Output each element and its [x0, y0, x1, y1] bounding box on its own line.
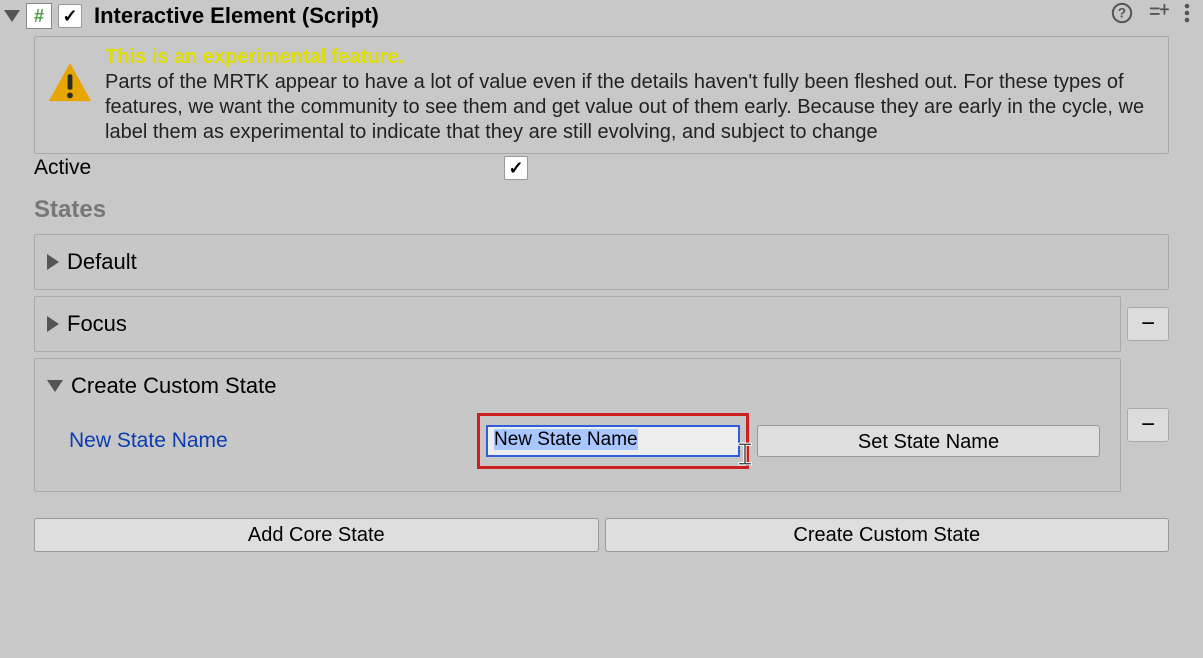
active-checkbox[interactable] [504, 156, 528, 180]
chevron-down-icon [47, 380, 63, 392]
help-icon[interactable]: ? [1111, 2, 1133, 30]
states-list: Default Focus − Create Custom State New … [0, 234, 1203, 492]
preset-icon[interactable] [1147, 2, 1169, 30]
remove-state-button[interactable]: − [1127, 307, 1169, 341]
input-selected-text: New State Name [494, 429, 638, 450]
state-row-default: Default [34, 234, 1169, 290]
state-row-focus: Focus − [34, 296, 1169, 352]
warning-text: This is an experimental feature. Parts o… [105, 45, 1156, 145]
component-title: Interactive Element (Script) [94, 3, 379, 29]
chevron-right-icon [47, 316, 59, 332]
component-header: # Interactive Element (Script) ? [0, 0, 1203, 36]
chevron-right-icon [47, 254, 59, 270]
state-label: Create Custom State [71, 373, 276, 399]
state-row-create-custom: Create Custom State New State Name New S… [34, 358, 1169, 492]
set-state-name-button[interactable]: Set State Name [757, 425, 1100, 457]
states-section-title: States [0, 182, 1203, 234]
warning-title: This is an experimental feature. [105, 46, 404, 68]
state-foldout-toggle[interactable]: Create Custom State [47, 373, 1108, 399]
state-foldout-toggle[interactable]: Focus [47, 311, 1108, 337]
new-state-name-input[interactable]: New State Name [486, 425, 740, 457]
component-enabled-checkbox[interactable] [58, 4, 82, 28]
state-box: Create Custom State New State Name New S… [34, 358, 1121, 492]
foldout-toggle-icon[interactable] [4, 10, 20, 22]
custom-state-body: New State Name New State Name Set State … [47, 399, 1108, 477]
create-custom-state-button[interactable]: Create Custom State [605, 518, 1170, 552]
highlighted-input-area: New State Name [477, 413, 749, 469]
header-actions: ? [1111, 2, 1197, 30]
script-icon-char: # [34, 6, 44, 27]
active-label: Active [34, 156, 494, 180]
add-core-state-button[interactable]: Add Core State [34, 518, 599, 552]
kebab-menu-icon[interactable] [1183, 2, 1191, 30]
remove-state-button[interactable]: − [1127, 408, 1169, 442]
state-label: Default [67, 249, 137, 275]
state-box: Default [34, 234, 1169, 290]
warning-icon [47, 45, 93, 111]
state-foldout-toggle[interactable]: Default [47, 249, 1156, 275]
svg-text:?: ? [1118, 6, 1126, 21]
state-label: Focus [67, 311, 127, 337]
active-row: Active [0, 154, 1203, 182]
warning-body: Parts of the MRTK appear to have a lot o… [105, 71, 1144, 143]
state-box: Focus [34, 296, 1121, 352]
experimental-warning: This is an experimental feature. Parts o… [34, 36, 1169, 154]
script-icon: # [26, 3, 52, 29]
new-state-name-label: New State Name [69, 429, 469, 453]
bottom-button-row: Add Core State Create Custom State [0, 498, 1203, 552]
